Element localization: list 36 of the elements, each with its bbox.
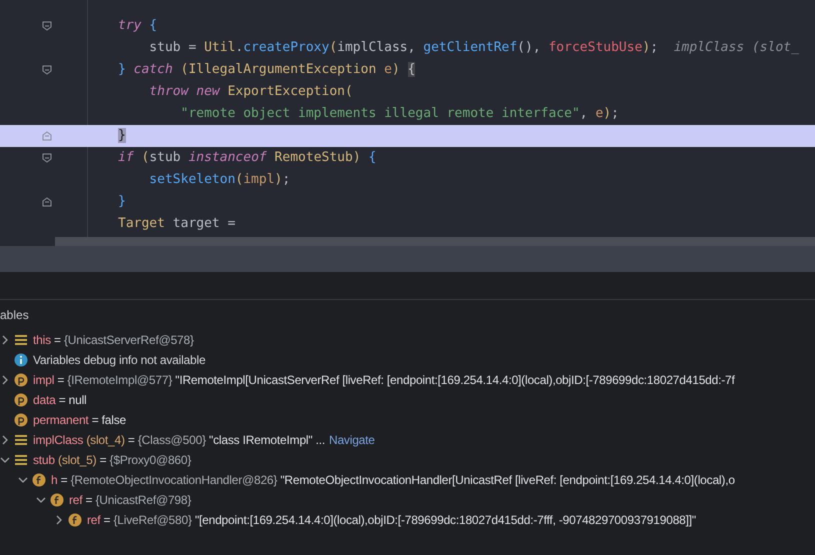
parameter-icon: [14, 413, 28, 427]
variable-entry: stub (slot_5) = {$Proxy0@860}: [33, 452, 192, 469]
stacked-bars-icon: [14, 453, 28, 467]
code-line: }: [118, 193, 126, 212]
panel-title: ables: [0, 307, 29, 324]
fold-marker-icon[interactable]: [42, 65, 52, 75]
variable-entry: h = {RemoteObjectInvocationHandler@826} "RemoteObjectInvocationHandler[UnicastRef [liveRef: [endpoint:[169.254.14.4:0](local),o: [51, 472, 735, 489]
variable-entry: permanent = false: [33, 412, 126, 429]
field-icon: [68, 513, 82, 527]
field-icon: [32, 473, 46, 487]
variable-entry: impl = {IRemoteImpl@577} "IRemoteImpl[UnicastServerRef [liveRef: [endpoint:[169.254.14.4:0](local),objID:[-789699dc:18027d415dd:-7f: [33, 372, 735, 389]
stacked-bars-icon: [14, 433, 28, 447]
field-icon: [50, 493, 64, 507]
variable-entry: ref = {UnicastRef@798}: [69, 492, 192, 509]
fold-marker-icon[interactable]: [42, 153, 52, 163]
fold-marker-icon[interactable]: [42, 131, 52, 141]
navigate-link[interactable]: Navigate: [328, 431, 375, 449]
variable-entry: ref = {LiveRef@580} "[endpoint:[169.254.14.4:0](local),objID:[-789699dc:18027d415dd:-7fff, -9074829700937919088]]": [87, 512, 696, 529]
variable-entry: data = null: [33, 392, 87, 409]
code-line: setSkeleton(impl);: [148, 171, 290, 190]
info-icon: [14, 353, 28, 367]
fold-marker-icon[interactable]: [42, 197, 52, 207]
info-message: Variables debug info not available: [33, 352, 206, 369]
fold-marker-icon[interactable]: [42, 21, 52, 31]
variable-entry: implClass (slot_4) = {Class@500} "class IRemoteImpl" ...: [33, 432, 325, 449]
code-line: if (stub instanceof RemoteStub) {: [118, 149, 376, 168]
code-line: Target target =: [118, 215, 236, 234]
code-line: throw new ExportException(: [148, 83, 353, 102]
code-line: stub = Util.createProxy(implClass, getClientRef(), forceStubUse); implClass (slot_: [148, 39, 799, 58]
parameter-icon: [14, 373, 28, 387]
code-line: } catch (IllegalArgumentException e) {: [118, 61, 416, 80]
variable-entry: this = {UnicastServerRef@578}: [33, 332, 194, 349]
parameter-icon: [14, 393, 28, 407]
code-line: "remote object implements illegal remote interface", e);: [180, 105, 619, 124]
code-line: try {: [118, 17, 158, 36]
stacked-bars-icon: [14, 333, 28, 347]
